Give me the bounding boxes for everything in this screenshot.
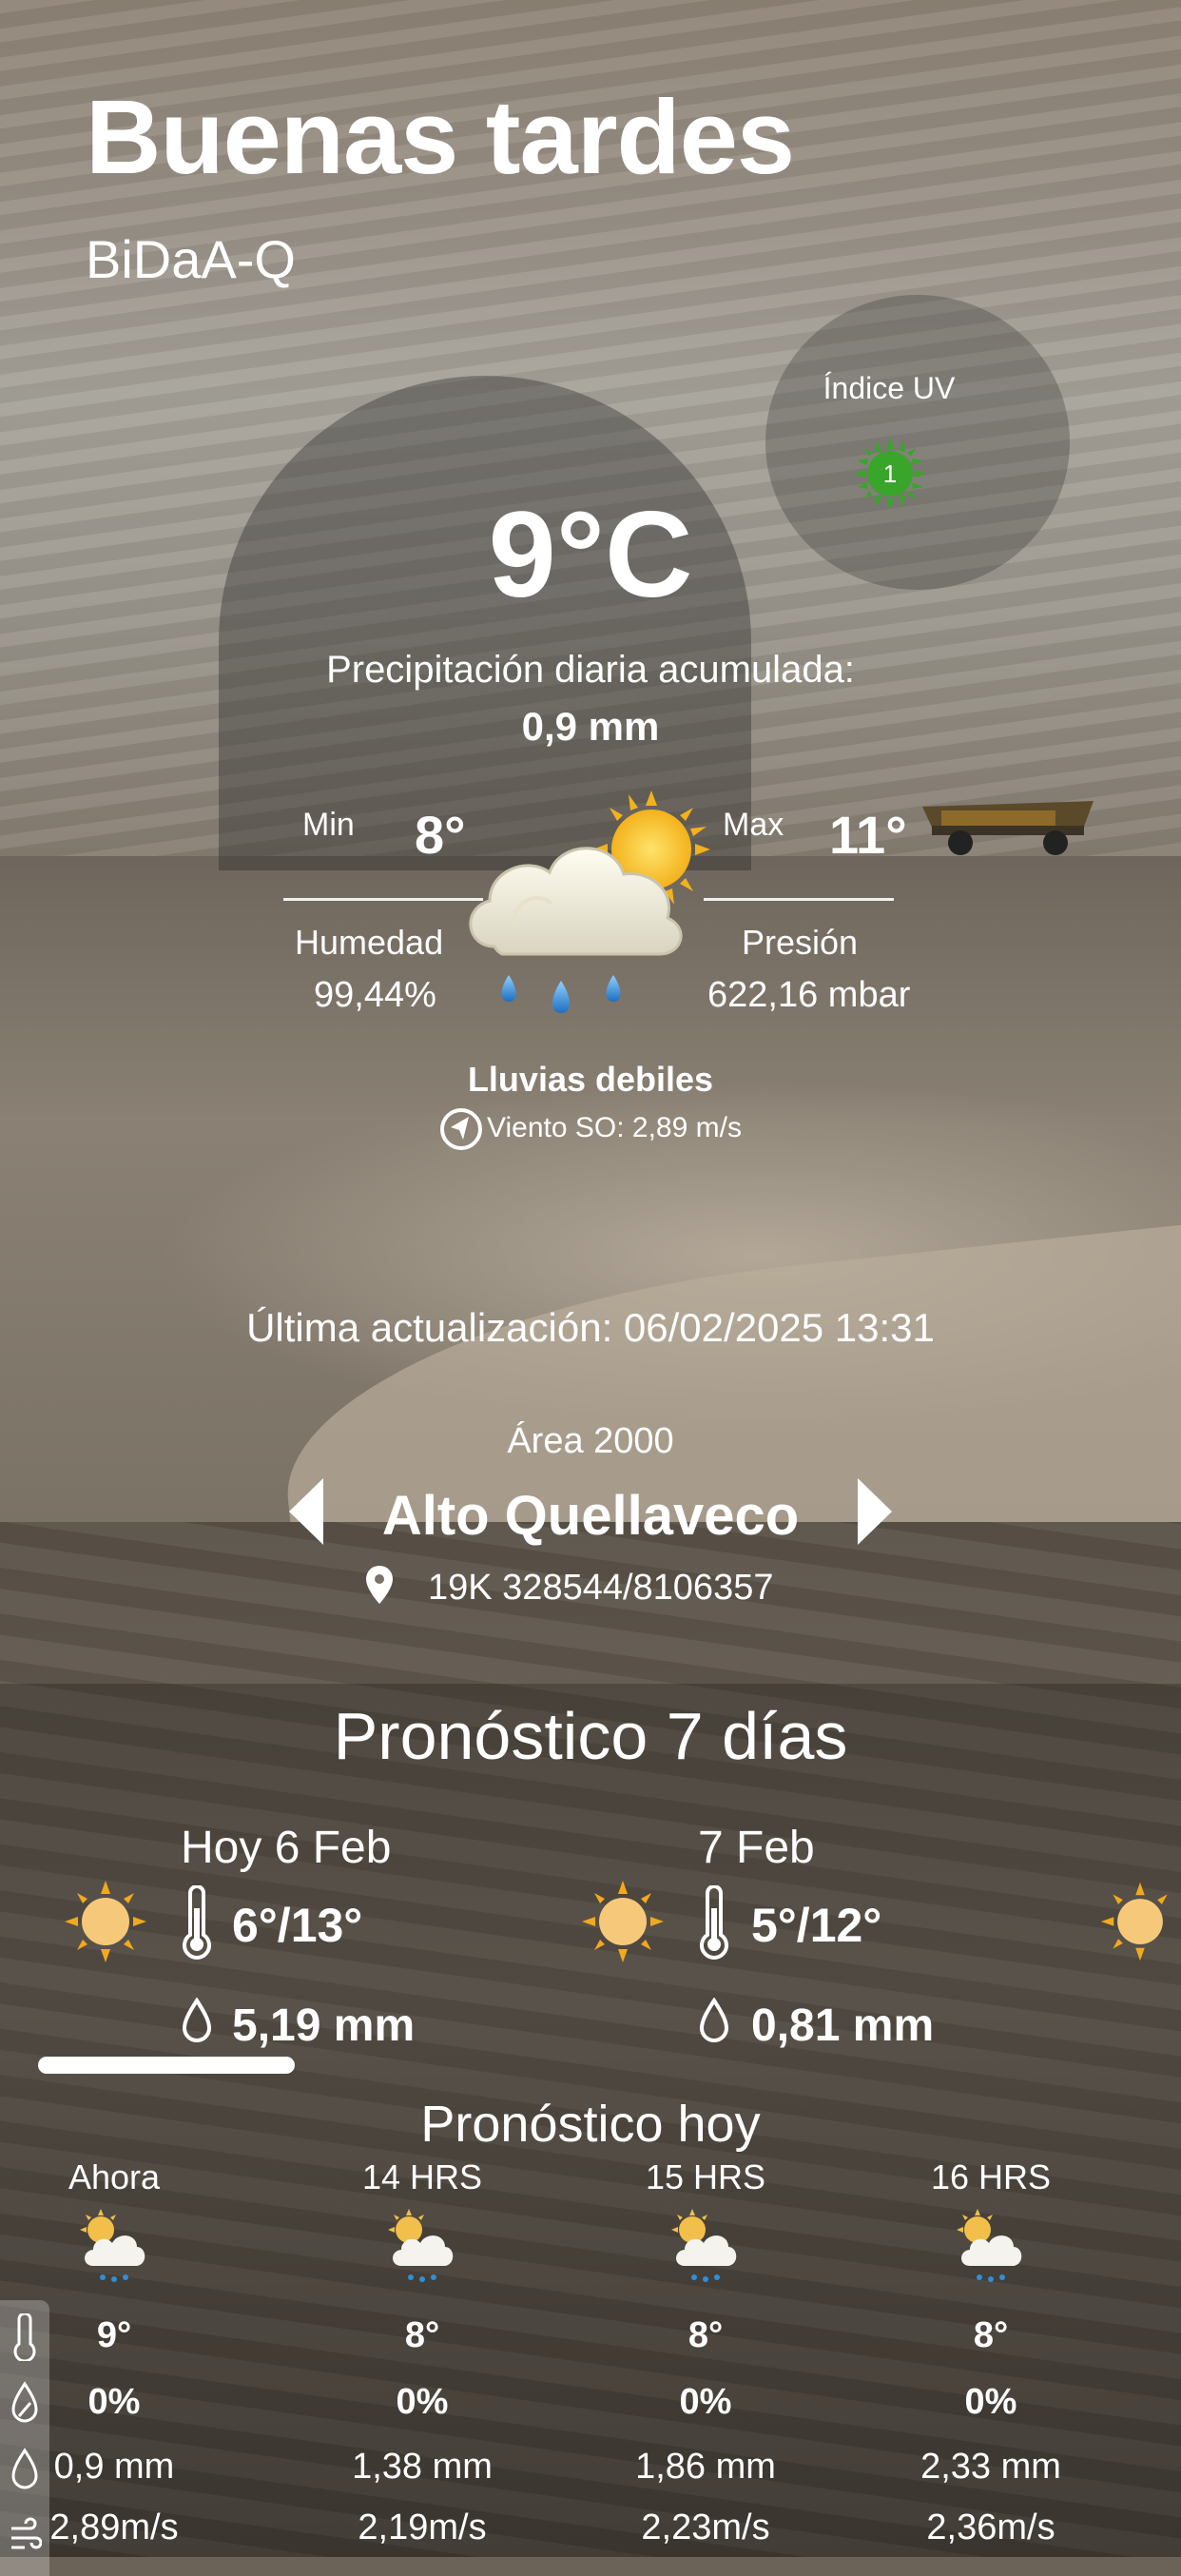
sun-cloud-rain-icon: [671, 2209, 737, 2282]
hourly-time: 14 HRS: [361, 2157, 483, 2196]
wind-text: Viento SO: 2,89 m/s: [487, 1111, 742, 1143]
wind-info: Viento SO: 2,89 m/s: [0, 1107, 1181, 1151]
area-label: Área 2000: [507, 1421, 674, 1461]
raindrop-icon: [699, 1998, 729, 2042]
hourly-wind: 2,23m/s: [641, 2508, 770, 2547]
forecast-day-temps: 6°/13°: [232, 1899, 363, 1952]
hourly-time: Ahora: [68, 2157, 161, 2196]
site-name: Alto Quellaveco: [381, 1485, 800, 1547]
sun-cloud-rain-icon: [80, 2209, 145, 2282]
hourly-temp: 8°: [973, 2315, 1009, 2355]
raindrop-icon: [11, 2448, 38, 2489]
next-location-button[interactable]: [854, 1476, 896, 1547]
sun-icon: [582, 1881, 664, 1962]
hourly-wind: 2,36m/s: [926, 2508, 1055, 2547]
weather-condition: Lluvias debiles: [467, 1060, 714, 1099]
coordinates: 19K 328544/8106357: [428, 1568, 774, 1608]
sun-cloud-rain-icon: [469, 790, 710, 1013]
raindrop-icon: [182, 1998, 212, 2042]
rain-probability-icon: [11, 2381, 38, 2423]
station-subtitle: BiDaA-Q: [86, 229, 296, 289]
hourly-temp: 8°: [687, 2315, 724, 2355]
hourly-probability: 0%: [964, 2382, 1017, 2422]
hourly-precip: 1,38 mm: [352, 2447, 493, 2487]
hourly-time: 15 HRS: [645, 2157, 766, 2196]
forecast-day-rain: 0,81 mm: [751, 2000, 935, 2051]
max-value: 11°: [829, 805, 907, 865]
hourly-time: 16 HRS: [930, 2157, 1052, 2196]
thermometer-icon: [13, 2313, 36, 2361]
thermometer-icon: [700, 1885, 728, 1960]
precip-label: Precipitación diaria acumulada:: [326, 649, 855, 691]
sun-cloud-rain-icon: [388, 2209, 454, 2282]
pressure-value: 622,16 mbar: [707, 975, 911, 1015]
precip-value: 0,9 mm: [521, 704, 660, 749]
current-temperature: 9°C: [488, 487, 693, 623]
thermometer-icon: [183, 1885, 211, 1960]
hourly-precip: 1,86 mm: [635, 2447, 776, 2487]
wind-icon: [11, 2517, 42, 2549]
sun-cloud-rain-icon: [957, 2209, 1022, 2282]
humidity-label: Humedad: [295, 923, 444, 962]
last-updated: Última actualización: 06/02/2025 13:31: [246, 1305, 935, 1350]
forecast-title: Pronóstico 7 días: [333, 1699, 848, 1773]
forecast-day-date: Hoy 6 Feb: [181, 1823, 392, 1873]
hourly-temp: 8°: [404, 2315, 440, 2355]
hourly-precip: 2,33 mm: [920, 2447, 1061, 2487]
max-label: Max: [723, 807, 784, 843]
sun-icon[interactable]: [1099, 1879, 1181, 1964]
hourly-wind: 2,19m/s: [358, 2508, 487, 2547]
humidity-value: 99,44%: [314, 975, 436, 1015]
haul-truck-image: [922, 801, 1094, 855]
hourly-probability: 0%: [679, 2382, 732, 2422]
uv-index-value: 1: [883, 459, 897, 488]
uv-index-label: Índice UV: [823, 371, 956, 405]
min-label: Min: [302, 807, 355, 843]
pressure-label: Presión: [742, 923, 859, 962]
sun-icon: [65, 1881, 146, 1962]
forecast-day-date: 7 Feb: [698, 1823, 815, 1873]
today-forecast-title: Pronóstico hoy: [420, 2096, 761, 2153]
greeting-title: Buenas tardes: [86, 79, 795, 196]
wind-compass-icon: [439, 1107, 483, 1151]
forecast-day-rain: 5,19 mm: [232, 2000, 416, 2051]
forecast-day-temps: 5°/12°: [751, 1899, 882, 1952]
location-pin-icon: [366, 1566, 393, 1604]
hourly-legend-rail: [0, 2300, 49, 2576]
divider-left: [283, 898, 483, 901]
hourly-probability: 0%: [396, 2382, 449, 2422]
divider-right: [704, 898, 894, 901]
selected-day-indicator: [38, 2057, 295, 2074]
